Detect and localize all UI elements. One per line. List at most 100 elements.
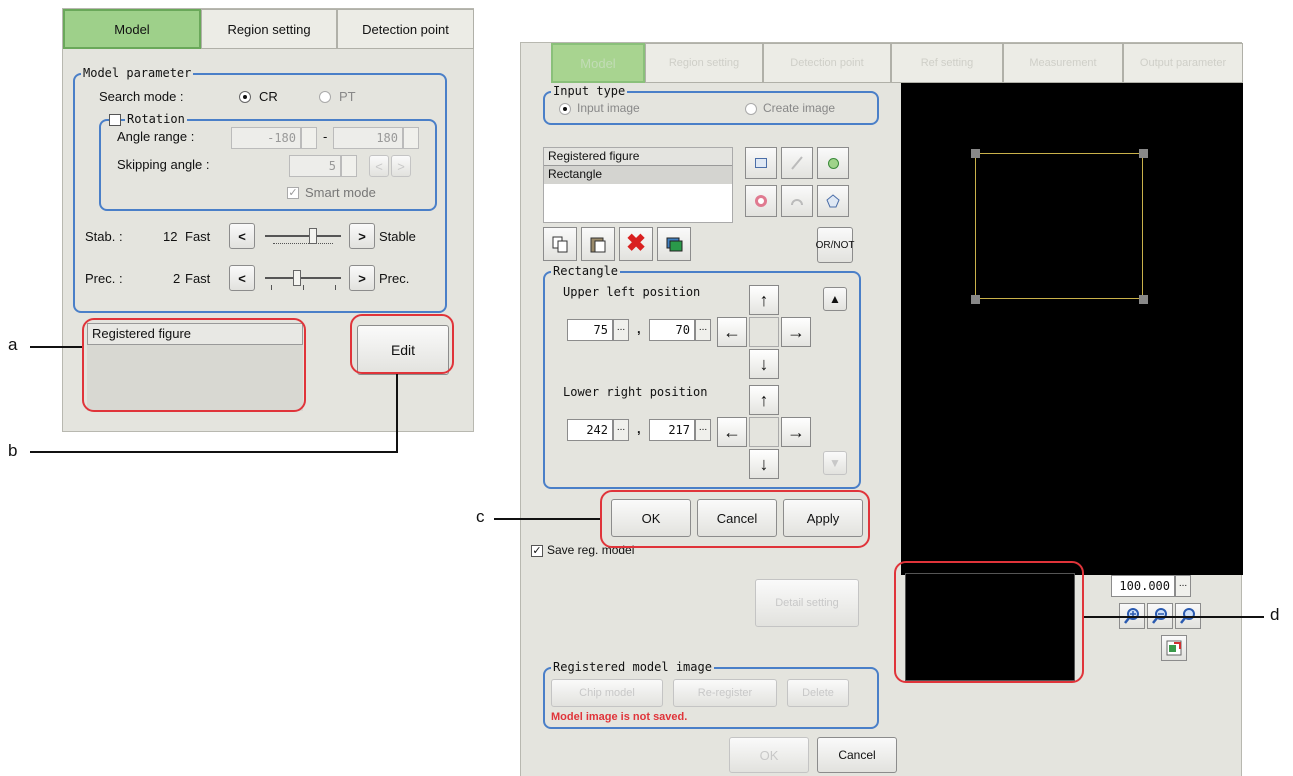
angle-max-dots-button[interactable]	[403, 127, 419, 149]
bottom-cancel-button[interactable]: Cancel	[817, 737, 897, 773]
prec-slider-thumb[interactable]	[293, 270, 301, 286]
arc-shape-button[interactable]	[781, 185, 813, 217]
lower-right-up-button[interactable]: ↑	[749, 385, 779, 415]
upper-left-y-dots-button[interactable]: ...	[695, 319, 711, 341]
delete-icon: ✖	[625, 230, 647, 257]
lower-right-x-field[interactable]: 242	[567, 419, 613, 441]
dialog-tab-output-parameter[interactable]: Output parameter	[1123, 43, 1243, 83]
lower-right-y-dots-button[interactable]: ...	[695, 419, 711, 441]
dialog-tab-model[interactable]: Model	[551, 43, 645, 83]
create-image-radio[interactable]	[745, 103, 757, 115]
tab-detection-point[interactable]: Detection point	[337, 9, 474, 49]
upper-left-y-field[interactable]: 70	[649, 319, 695, 341]
rectangle-group: Rectangle Upper left position 75 ... , 7…	[543, 263, 861, 489]
or-not-button[interactable]: OR/NOT	[816, 227, 854, 263]
edit-dialog-panel: Model Region setting Detection point Ref…	[520, 42, 1243, 776]
lower-right-down-button[interactable]: ↓	[749, 449, 779, 479]
circle-shape-icon	[827, 157, 839, 169]
search-mode-cr-radio[interactable]	[239, 91, 251, 103]
skipping-decrease-button[interactable]: <	[369, 155, 389, 177]
polygon-shape-button[interactable]	[817, 185, 849, 217]
copy-button[interactable]	[543, 227, 577, 261]
upper-left-label: Upper left position	[563, 285, 701, 299]
prec-decrease-button[interactable]: <	[229, 265, 255, 291]
search-mode-pt-radio[interactable]	[319, 91, 331, 103]
upper-left-left-button[interactable]: ←	[717, 317, 747, 347]
resize-handle-bottom-left[interactable]	[971, 295, 980, 304]
image-display[interactable]	[901, 83, 1243, 575]
callout-a-line	[30, 346, 82, 348]
angle-range-label: Angle range :	[117, 129, 195, 144]
angle-min-field[interactable]: -180	[231, 127, 301, 149]
figure-list-item-rectangle[interactable]: Rectangle	[544, 166, 732, 184]
dialog-tab-region-setting[interactable]: Region setting	[645, 43, 763, 83]
stab-slider[interactable]	[265, 228, 341, 249]
figure-list-header: Registered figure	[544, 148, 732, 166]
upper-left-down-button[interactable]: ↓	[749, 349, 779, 379]
scroll-down-button[interactable]: ▼	[823, 451, 847, 475]
lower-right-x-dots-button[interactable]: ...	[613, 419, 629, 441]
smart-mode-checkbox[interactable]: ✓	[287, 187, 299, 199]
figure-list[interactable]: Registered figure Rectangle	[543, 147, 733, 223]
ring-shape-button[interactable]	[745, 185, 777, 217]
tab-model[interactable]: Model	[63, 9, 201, 49]
skipping-angle-field[interactable]: 5	[289, 155, 341, 177]
save-reg-model-checkbox[interactable]: ✓	[531, 545, 543, 557]
resize-handle-bottom-right[interactable]	[1139, 295, 1148, 304]
prec-prec-label: Prec.	[379, 271, 410, 286]
zoom-dots-button[interactable]: ...	[1175, 575, 1191, 597]
resize-handle-top-left[interactable]	[971, 149, 980, 158]
circle-shape-button[interactable]	[817, 147, 849, 179]
image-button[interactable]	[657, 227, 691, 261]
stab-increase-button[interactable]: >	[349, 223, 375, 249]
rectangle-region-outline[interactable]	[975, 153, 1143, 299]
bottom-ok-button[interactable]: OK	[729, 737, 809, 773]
fit-window-button[interactable]	[1161, 635, 1187, 661]
zoom-value-field[interactable]: 100.000	[1111, 575, 1175, 597]
delete-button[interactable]: ✖	[619, 227, 653, 261]
callout-d-line	[1084, 616, 1264, 618]
rotation-checkbox[interactable]	[109, 114, 121, 126]
lower-right-right-button[interactable]: →	[781, 417, 811, 447]
stab-slider-thumb[interactable]	[309, 228, 317, 244]
dialog-tab-detection-point[interactable]: Detection point	[763, 43, 891, 83]
upper-left-up-button[interactable]: ↑	[749, 285, 779, 315]
upper-left-x-dots-button[interactable]: ...	[613, 319, 629, 341]
dialog-tab-measurement[interactable]: Measurement	[1003, 43, 1123, 83]
paste-button[interactable]	[581, 227, 615, 261]
model-parameter-group: Model parameter Search mode : CR PT Rota…	[73, 65, 447, 313]
prec-increase-button[interactable]: >	[349, 265, 375, 291]
input-image-label: Input image	[577, 101, 640, 115]
angle-range-separator: -	[323, 129, 328, 144]
upper-left-right-button[interactable]: →	[781, 317, 811, 347]
line-shape-button[interactable]	[781, 147, 813, 179]
delete-model-button[interactable]: Delete	[787, 679, 849, 707]
arrow-left-icon: ←	[723, 421, 741, 442]
upper-left-x-field[interactable]: 75	[567, 319, 613, 341]
stab-stable-label: Stable	[379, 229, 416, 244]
dialog-tab-ref-setting[interactable]: Ref setting	[891, 43, 1003, 83]
lower-right-y-field[interactable]: 217	[649, 419, 695, 441]
lower-right-left-button[interactable]: ←	[717, 417, 747, 447]
angle-min-dots-button[interactable]	[301, 127, 317, 149]
skipping-increase-button[interactable]: >	[391, 155, 411, 177]
arrow-pad-center	[749, 417, 779, 447]
stab-decrease-button[interactable]: <	[229, 223, 255, 249]
input-image-radio[interactable]	[559, 103, 571, 115]
resize-handle-top-right[interactable]	[1139, 149, 1148, 158]
detail-setting-button[interactable]: Detail setting	[755, 579, 859, 627]
prec-slider[interactable]	[265, 270, 341, 291]
angle-max-field[interactable]: 180	[333, 127, 403, 149]
callout-b-label: b	[8, 441, 18, 460]
scroll-up-button[interactable]: ▲	[823, 287, 847, 311]
chip-model-button[interactable]: Chip model	[551, 679, 663, 707]
arrow-pad-center	[749, 317, 779, 347]
rectangle-shape-button[interactable]	[745, 147, 777, 179]
re-register-button[interactable]: Re-register	[673, 679, 777, 707]
input-type-title: Input type	[551, 83, 628, 99]
lower-right-comma: ,	[637, 421, 641, 436]
skipping-angle-dots-button[interactable]	[341, 155, 357, 177]
tab-region-setting[interactable]: Region setting	[201, 9, 337, 49]
lower-right-label: Lower right position	[563, 385, 708, 399]
callout-d-outline	[894, 561, 1084, 683]
